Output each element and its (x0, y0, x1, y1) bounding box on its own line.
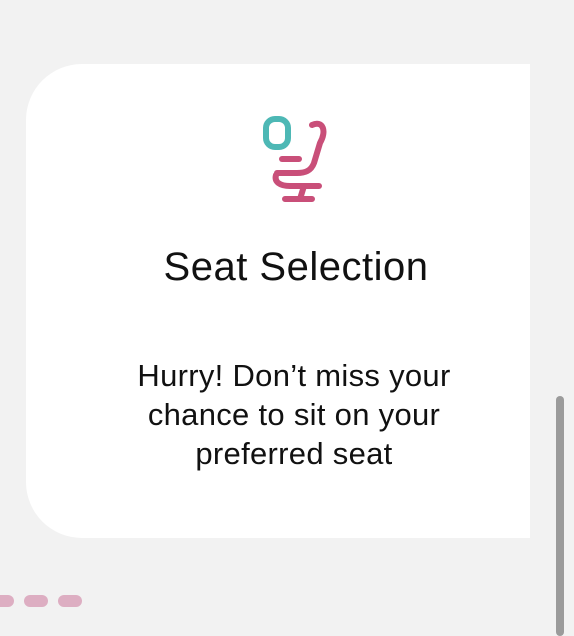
seat-cushion-icon-part (272, 172, 322, 189)
pagination-dot[interactable] (58, 595, 82, 607)
carousel-pagination (0, 595, 82, 607)
window-icon-part (263, 116, 291, 150)
pagination-dot[interactable] (0, 595, 14, 607)
airplane-seat-icon (263, 116, 327, 202)
scrollbar-thumb[interactable] (556, 396, 564, 636)
card-description: Hurry! Don’t miss your chance to sit on … (137, 358, 451, 471)
pagination-dot[interactable] (24, 595, 48, 607)
card-title: Seat Selection (163, 245, 429, 289)
